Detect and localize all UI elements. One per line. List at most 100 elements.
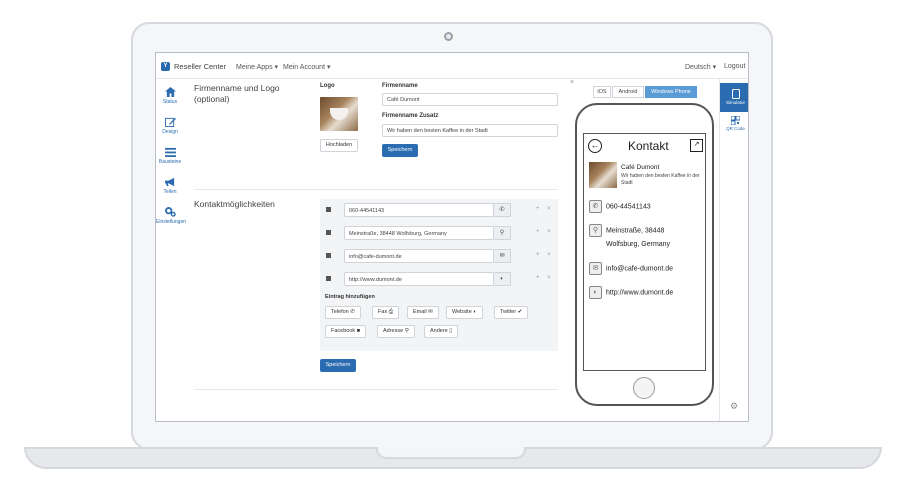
- company-name-input[interactable]: Café Dumont: [382, 93, 558, 106]
- envelope-icon: ✉: [494, 249, 511, 263]
- phone-contact-email[interactable]: ✉ info@cafe-dumont.de: [589, 262, 673, 276]
- brand-logo-icon[interactable]: Y: [161, 62, 170, 71]
- phone-mockup: ← Kontakt ↗ Café Dumont Wir haben den be…: [575, 103, 714, 406]
- chip-label: Facebook: [331, 328, 356, 334]
- upload-button[interactable]: Hochladen: [320, 139, 358, 152]
- sidebar-item-einstellungen[interactable]: Einstellungen: [156, 207, 187, 225]
- simulator-label: Simulator: [725, 100, 745, 105]
- language-selector[interactable]: Deutsch ▾: [685, 63, 716, 71]
- phone-icon: ✆: [350, 309, 355, 315]
- simulator-button[interactable]: Simulator: [720, 83, 748, 112]
- share-icon[interactable]: ↗: [690, 139, 703, 152]
- contact-row-website: http://www.dumont.de ◐ + ×: [320, 272, 558, 286]
- section-divider: [194, 189, 558, 190]
- contact-row-address: Meinstraße, 38448 Wolfsburg, Germany ⚲ +…: [320, 226, 558, 240]
- contact-phone-input[interactable]: 060-44541143: [344, 203, 494, 217]
- row-actions[interactable]: + ×: [536, 275, 554, 281]
- drag-handle-icon[interactable]: [326, 230, 331, 235]
- qr-code-button[interactable]: QR Code: [720, 115, 748, 131]
- row-actions[interactable]: + ×: [536, 206, 554, 212]
- chip-label: Website: [452, 309, 472, 315]
- menu-meine-apps[interactable]: Meine Apps ▾: [236, 63, 278, 71]
- add-email-button[interactable]: Email ✉: [407, 306, 439, 319]
- logout-link[interactable]: Logout: [724, 63, 745, 70]
- add-fax-button[interactable]: Fax ⎙: [372, 306, 400, 319]
- globe-icon: ◐: [494, 272, 511, 286]
- sidebar-item-bausteine[interactable]: Bausteine: [156, 147, 184, 165]
- phone-address-line2: Wolfsburg, Germany: [606, 241, 671, 248]
- phone-page-title: Kontakt: [628, 139, 669, 153]
- phone-contact-website[interactable]: ◐ http://www.dumont.de: [589, 286, 673, 300]
- add-facebook-button[interactable]: Facebook ■: [325, 325, 367, 338]
- qr-code-label: QR Code: [726, 126, 745, 131]
- platform-windows-phone-tab[interactable]: Windows Phone: [645, 86, 697, 98]
- phone-contact-email-text: info@cafe-dumont.de: [606, 265, 674, 273]
- add-twitter-button[interactable]: Twitter ✔: [494, 306, 529, 319]
- add-telefon-button[interactable]: Telefon ✆: [325, 306, 361, 319]
- phone-contact-phone[interactable]: ✆ 060-44541143: [589, 200, 651, 214]
- contact-row-phone: 060-44541143 ✆ + ×: [320, 203, 558, 217]
- app-screen: Y Reseller Center Meine Apps ▾ Mein Acco…: [155, 52, 749, 422]
- platform-android-tab[interactable]: Android: [612, 86, 644, 98]
- row-actions[interactable]: + ×: [536, 229, 554, 235]
- contact-email-input[interactable]: info@cafe-dumont.de: [344, 249, 494, 263]
- contact-row-email: info@cafe-dumont.de ✉ + ×: [320, 249, 558, 263]
- phone-home-button: [633, 377, 655, 399]
- row-actions[interactable]: + ×: [536, 252, 554, 258]
- company-addon-label: Firmenname Zusatz: [382, 113, 439, 119]
- contact-panel: 060-44541143 ✆ + × Meinstraße, 38448 Wol…: [320, 199, 558, 351]
- sidebar-item-label: Status: [162, 99, 178, 105]
- sidebar-item-design[interactable]: Design: [156, 117, 184, 135]
- brand-name[interactable]: Reseller Center: [174, 62, 226, 71]
- settings-icon[interactable]: ⚙: [730, 401, 740, 411]
- add-adresse-button[interactable]: Adresse ⚲: [377, 325, 415, 338]
- company-name-label: Firmenname: [382, 83, 418, 89]
- drag-handle-icon[interactable]: [326, 276, 331, 281]
- twitter-icon: ✔: [517, 309, 523, 315]
- map-pin-icon: ⚲: [404, 328, 409, 334]
- contact-address-input[interactable]: Meinstraße, 38448 Wolfsburg, Germany: [344, 226, 494, 240]
- drag-handle-icon[interactable]: [326, 207, 331, 212]
- document-icon: ▯: [449, 328, 453, 334]
- sidebar-item-status[interactable]: Status: [156, 87, 184, 105]
- phone-contact-phone-text: 060-44541143: [606, 203, 651, 211]
- chip-label: Andere: [430, 328, 448, 334]
- section-divider: [194, 389, 558, 390]
- close-icon[interactable]: ×: [570, 79, 574, 86]
- main-content: Firmenname und Logo (optional) Logo Hoch…: [192, 79, 562, 421]
- company-addon-input[interactable]: Wir haben den besten Kaffee in der Stadt: [382, 124, 558, 137]
- envelope-icon: ✉: [589, 262, 602, 275]
- section-title-company: Firmenname und Logo (optional): [194, 83, 280, 104]
- megaphone-icon: [164, 177, 174, 187]
- logo-image[interactable]: [320, 97, 358, 131]
- map-pin-icon: ⚲: [494, 226, 511, 240]
- printer-icon: ⎙: [388, 309, 394, 315]
- laptop-notch: [376, 447, 526, 459]
- sidebar-item-teilen[interactable]: Teilen: [156, 177, 184, 195]
- phone-address-line1: Meinstraße, 38448: [606, 227, 665, 235]
- sidebar-item-label: Teilen: [163, 189, 177, 195]
- save-company-button[interactable]: Speichern: [382, 144, 418, 157]
- platform-ios-tab[interactable]: iOS: [593, 86, 611, 98]
- drag-handle-icon[interactable]: [326, 253, 331, 258]
- phone-contact-website-text: http://www.dumont.de: [606, 289, 674, 297]
- back-arrow-icon[interactable]: ←: [588, 139, 602, 153]
- phone-contact-address[interactable]: ⚲ Meinstraße, 38448: [589, 224, 664, 238]
- phone-icon: ✆: [589, 200, 602, 213]
- facebook-icon: ■: [356, 328, 361, 334]
- logo-label: Logo: [320, 83, 335, 89]
- menu-icon: [164, 147, 176, 157]
- phone-icon: ✆: [494, 203, 511, 217]
- sidebar-item-label: Design: [162, 129, 178, 135]
- envelope-icon: ✉: [428, 309, 433, 315]
- add-andere-button[interactable]: Andere ▯: [424, 325, 459, 338]
- phone-screen: ← Kontakt ↗ Café Dumont Wir haben den be…: [583, 133, 706, 371]
- top-navigation: Y Reseller Center Meine Apps ▾ Mein Acco…: [156, 53, 748, 79]
- save-contacts-button[interactable]: Speichern: [320, 359, 356, 372]
- contact-website-input[interactable]: http://www.dumont.de: [344, 272, 494, 286]
- menu-mein-account[interactable]: Mein Account ▾: [283, 63, 330, 71]
- add-website-button[interactable]: Website ◐: [446, 306, 483, 319]
- left-sidebar: Status Design Bausteine Teilen Einstellu…: [156, 79, 187, 421]
- smartphone-icon: [731, 89, 740, 99]
- sidebar-item-label: Einstellungen: [156, 219, 187, 225]
